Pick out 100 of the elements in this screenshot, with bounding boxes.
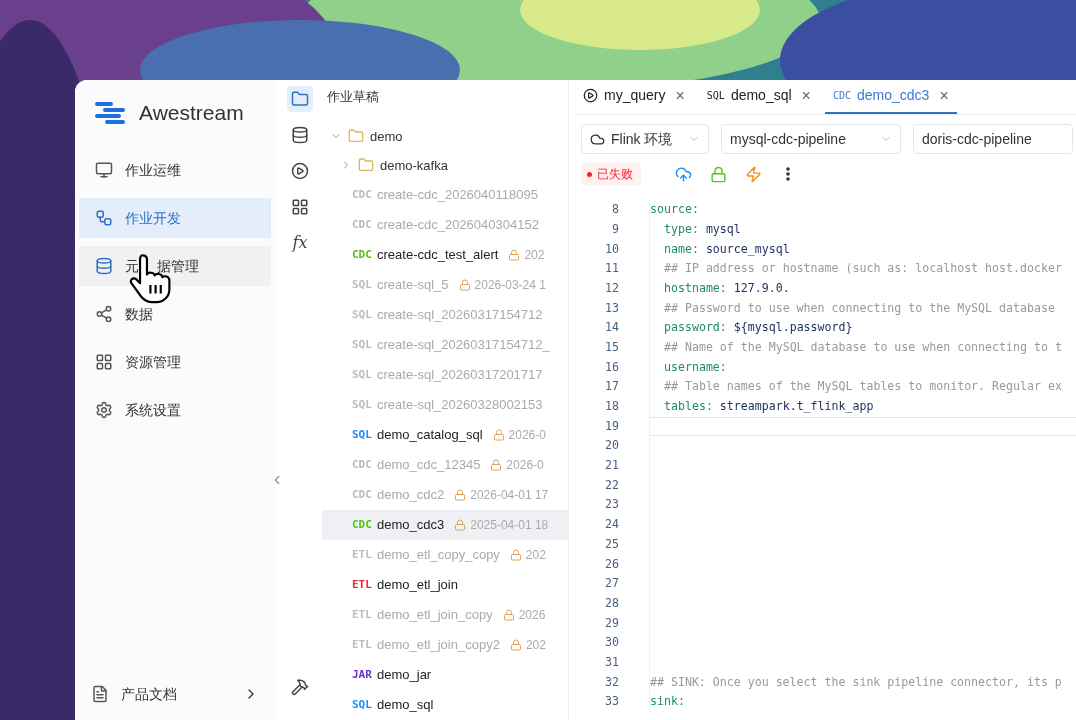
item-name: demo_catalog_sql bbox=[377, 426, 483, 445]
type-tag: SQL bbox=[352, 276, 377, 294]
nav-label: 元 bbox=[125, 256, 139, 276]
code-line: sink: bbox=[650, 693, 685, 711]
item-name: demo_cdc2 bbox=[377, 486, 445, 505]
type-tag: ETL bbox=[352, 606, 377, 624]
editor-tab[interactable]: SQL demo_sql × bbox=[698, 80, 819, 114]
upload-button[interactable] bbox=[675, 165, 692, 183]
type-tag: CDC bbox=[352, 456, 377, 474]
folder-rail-button[interactable] bbox=[287, 86, 313, 112]
line-number: 24 bbox=[604, 516, 620, 534]
nav-item[interactable]: 系统设置 bbox=[79, 390, 271, 430]
item-name: demo_cdc3 bbox=[377, 516, 445, 535]
grid-icon bbox=[95, 353, 113, 371]
nav-item[interactable]: 资源管理 bbox=[79, 342, 271, 382]
line-number: 26 bbox=[604, 555, 620, 573]
close-button[interactable]: × bbox=[939, 87, 949, 104]
play-icon bbox=[583, 88, 598, 103]
item-name: demo_jar bbox=[377, 666, 432, 685]
docs-nav-item[interactable]: 产品文档 bbox=[75, 674, 275, 714]
tree-item[interactable]: SQL demo_sql bbox=[322, 690, 568, 720]
type-tag: CDC bbox=[832, 88, 851, 103]
type-tag: SQL bbox=[352, 306, 377, 324]
logo-icon bbox=[95, 101, 125, 125]
line-number: 31 bbox=[604, 653, 620, 671]
item-name: create-cdc_2026040118095 bbox=[377, 186, 538, 205]
item-date: 2025-04-01 18 bbox=[470, 517, 549, 534]
nav-label: 资源管理 bbox=[125, 352, 181, 372]
editor-tab[interactable]: my_query × bbox=[575, 80, 693, 114]
line-number: 29 bbox=[604, 614, 620, 632]
folder-icon bbox=[358, 157, 374, 174]
line-number: 10 bbox=[604, 240, 620, 258]
tree-item[interactable]: ETL demo_etl_join bbox=[322, 570, 568, 600]
nav-label: 据管理 bbox=[157, 256, 199, 276]
tree-item[interactable]: JAR demo_jar bbox=[322, 660, 568, 690]
line-number: 21 bbox=[604, 457, 620, 475]
nav-item[interactable]: 数据 bbox=[79, 294, 271, 334]
editor-tab[interactable]: CDC demo_cdc3 × bbox=[824, 80, 957, 114]
type-tag: SQL bbox=[706, 88, 725, 103]
tree-title: 作业草稿 bbox=[326, 88, 380, 107]
line-number: 15 bbox=[604, 338, 620, 356]
tree-item[interactable]: CDC create-cdc_test_alert 202 bbox=[322, 240, 568, 270]
code-line: username: bbox=[663, 358, 727, 376]
code-comment: ## Name of the MySQL database to use when connecting to t bbox=[663, 338, 1062, 356]
tree-item[interactable]: CDC demo_cdc3 2025-04-01 18 bbox=[322, 510, 568, 540]
code-comment: ## IP address or hostname (such as: localhost host.docker bbox=[663, 260, 1062, 278]
item-date: 202 bbox=[524, 247, 545, 264]
item-date: 2026-0 bbox=[506, 457, 544, 474]
type-tag: SQL bbox=[352, 336, 377, 354]
folder-row[interactable]: demo bbox=[322, 121, 568, 151]
nav-item[interactable]: 作业开发 bbox=[79, 198, 271, 238]
nav-item[interactable]: 元 据管理 bbox=[79, 246, 271, 286]
monitor-icon bbox=[95, 161, 113, 179]
document-icon bbox=[91, 685, 109, 703]
flow-icon bbox=[95, 209, 113, 227]
code-comment: ## SINK: Once you select the sink pipeline connector, its p bbox=[650, 673, 1062, 691]
play-icon bbox=[291, 162, 309, 180]
database-icon bbox=[95, 257, 113, 275]
folder-icon bbox=[348, 128, 364, 145]
code-line: hostname: 127.9.0. bbox=[663, 279, 790, 297]
type-tag: ETL bbox=[352, 576, 377, 594]
line-number: 19 bbox=[604, 417, 620, 435]
status-badge: 已失败 bbox=[581, 163, 641, 185]
select-field[interactable]: doris-cdc-pipeline bbox=[913, 124, 1073, 154]
item-date: 2026 bbox=[518, 607, 546, 624]
item-date: 202 bbox=[525, 637, 546, 654]
line-number: 30 bbox=[604, 634, 620, 652]
select-field[interactable]: Flink 环境 bbox=[581, 124, 709, 154]
line-number: 17 bbox=[604, 378, 620, 396]
line-number: 32 bbox=[604, 673, 620, 691]
close-button[interactable]: × bbox=[675, 87, 685, 104]
folder-row[interactable]: demo-kafka bbox=[322, 150, 568, 180]
select-field[interactable]: mysql-cdc-pipeline bbox=[721, 124, 901, 154]
item-name: create-sql_20260317154712_ bbox=[377, 336, 550, 355]
type-tag: ETL bbox=[352, 636, 377, 654]
type-tag: CDC bbox=[352, 186, 377, 204]
close-button[interactable]: × bbox=[801, 87, 811, 104]
nav-item[interactable]: 作业运维 bbox=[79, 150, 271, 190]
item-date: 202 bbox=[525, 547, 546, 564]
item-name: demo_etl_join_copy2 bbox=[377, 636, 500, 655]
settings-icon bbox=[95, 401, 113, 419]
hammer-icon bbox=[291, 678, 309, 696]
item-name: create-cdc_2026040304152 bbox=[377, 216, 539, 235]
item-name: create-cdc_test_alert bbox=[377, 246, 499, 265]
type-tag: CDC bbox=[352, 216, 377, 234]
item-name: demo_cdc_12345 bbox=[377, 456, 481, 475]
line-number: 23 bbox=[604, 496, 620, 514]
line-number: 8 bbox=[611, 201, 620, 219]
function-button[interactable]: fx bbox=[287, 230, 313, 256]
more-icon bbox=[786, 167, 790, 181]
code-comment: ## Table names of the MySQL tables to monitor. Regular ex bbox=[663, 378, 1062, 396]
code-line: tables: streampark.t_flink_app bbox=[663, 398, 874, 415]
type-tag: SQL bbox=[352, 396, 377, 414]
line-number: 20 bbox=[604, 437, 620, 455]
line-number: 18 bbox=[604, 398, 620, 415]
line-number: 11 bbox=[604, 260, 620, 278]
type-tag: SQL bbox=[352, 426, 377, 444]
app-name: Awestream bbox=[139, 100, 244, 127]
line-number: 33 bbox=[604, 693, 620, 711]
tree-item[interactable]: SQL demo_catalog_sql 2026-0 bbox=[322, 420, 568, 450]
